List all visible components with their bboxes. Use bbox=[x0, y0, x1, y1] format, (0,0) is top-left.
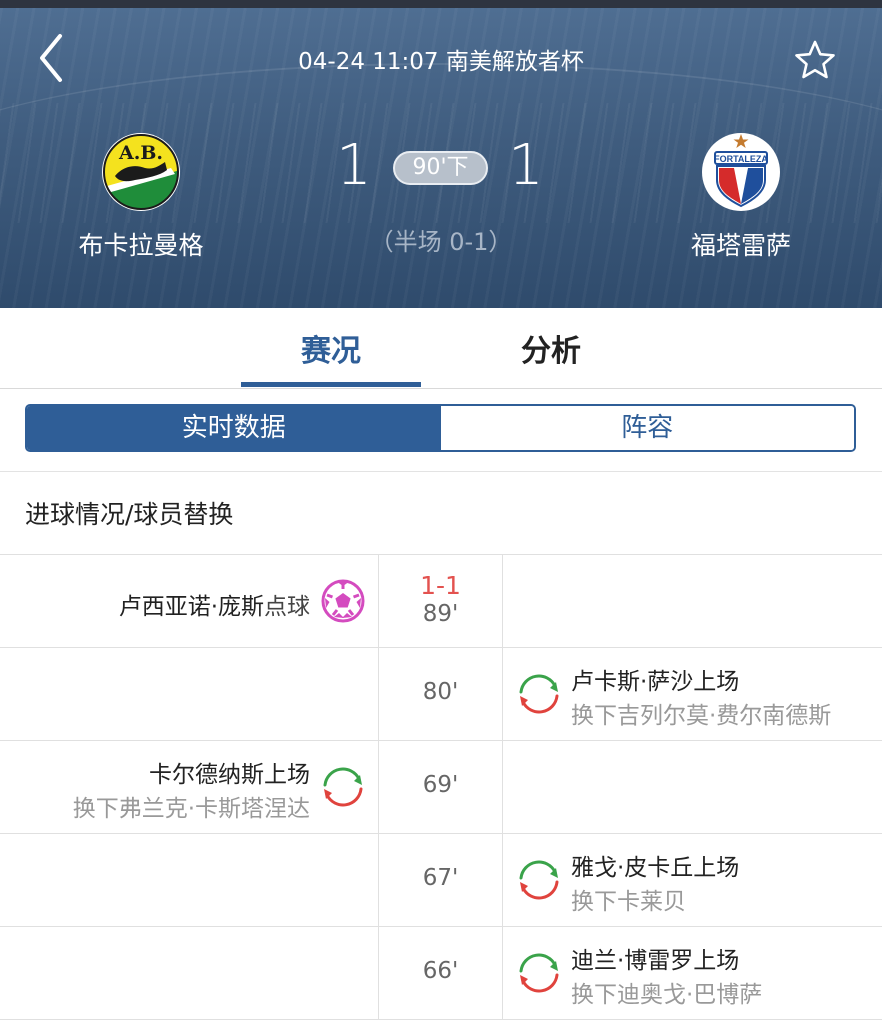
home-event-cell bbox=[0, 648, 379, 740]
halftime-score: （半场 0-1） bbox=[369, 228, 513, 256]
home-event-cell bbox=[0, 834, 379, 926]
event-row: 67' 雅戈·皮卡丘上场 换下卡莱贝 bbox=[0, 834, 882, 927]
match-header: 04-24 11:07 南美解放者杯 A.B. 布卡拉曼格 1 90'下 1 （… bbox=[0, 8, 882, 308]
event-minute: 89' bbox=[422, 601, 459, 627]
event-minute-cell: 67' bbox=[379, 834, 503, 926]
substitution-icon bbox=[323, 767, 363, 807]
player-in: 卢卡斯·萨沙上场 bbox=[571, 669, 740, 695]
soccer-ball-icon bbox=[321, 579, 365, 623]
substitution-icon bbox=[519, 860, 559, 900]
player-in: 迪兰·博雷罗上场 bbox=[571, 948, 740, 974]
substitution-icon bbox=[519, 953, 559, 993]
event-minute: 67' bbox=[422, 865, 459, 891]
match-minute-badge: 90'下 bbox=[393, 151, 488, 185]
substitution-icon bbox=[519, 674, 559, 714]
tab-live[interactable]: 赛况 bbox=[241, 326, 421, 370]
event-minute-cell: 69' bbox=[379, 741, 503, 833]
home-team-logo[interactable]: A.B. bbox=[101, 132, 181, 212]
home-logo-text: A.B. bbox=[118, 142, 163, 164]
event-minute-cell: 1-1 89' bbox=[379, 555, 503, 647]
away-logo-text: FORTALEZA bbox=[714, 154, 768, 164]
home-event-cell bbox=[0, 927, 379, 1019]
event-row: 66' 迪兰·博雷罗上场 换下迪奥戈·巴博萨 bbox=[0, 927, 882, 1020]
player-out: 换下吉列尔莫·费尔南德斯 bbox=[571, 703, 832, 729]
event-minute: 66' bbox=[422, 958, 459, 984]
player-out: 换下弗兰克·卡斯塔涅达 bbox=[72, 796, 310, 822]
home-team-name[interactable]: 布卡拉曼格 bbox=[31, 226, 251, 262]
player-out: 换下卡莱贝 bbox=[571, 889, 686, 915]
favorite-star-icon[interactable] bbox=[793, 38, 837, 82]
goal-text: 卢西亚诺·庞斯点球 bbox=[119, 587, 310, 621]
away-team-logo[interactable]: FORTALEZA bbox=[701, 132, 781, 212]
player-in: 卡尔德纳斯上场 bbox=[149, 762, 310, 788]
segment-bar: 实时数据 阵容 bbox=[0, 389, 882, 472]
home-event-cell: 卢西亚诺·庞斯点球 bbox=[0, 555, 379, 647]
home-score: 1 bbox=[336, 133, 372, 198]
events-table: 卢西亚诺·庞斯点球 1-1 89' 80' 卢卡斯·萨沙上场 换下吉列尔莫·费尔… bbox=[0, 554, 882, 1020]
home-event-cell: 卡尔德纳斯上场 换下弗兰克·卡斯塔涅达 bbox=[0, 741, 379, 833]
away-team-name[interactable]: 福塔雷萨 bbox=[631, 226, 851, 262]
away-event-cell bbox=[503, 555, 882, 647]
status-bar bbox=[0, 0, 882, 8]
away-event-cell: 迪兰·博雷罗上场 换下迪奥戈·巴博萨 bbox=[503, 927, 882, 1019]
active-tab-indicator bbox=[241, 382, 421, 387]
section-title: 进球情况/球员替换 bbox=[25, 500, 234, 529]
back-arrow-icon[interactable] bbox=[34, 32, 70, 84]
match-info: 04-24 11:07 南美解放者杯 bbox=[298, 49, 584, 75]
goal-scorer: 卢西亚诺·庞斯 bbox=[118, 594, 264, 620]
goal-type: 点球 bbox=[264, 594, 310, 620]
segment-lineup[interactable]: 阵容 bbox=[440, 406, 854, 450]
segment-live-data[interactable]: 实时数据 bbox=[27, 406, 441, 450]
tab-analysis[interactable]: 分析 bbox=[461, 326, 641, 370]
event-minute: 69' bbox=[422, 772, 459, 798]
event-row: 卢西亚诺·庞斯点球 1-1 89' bbox=[0, 555, 882, 648]
event-minute: 80' bbox=[422, 679, 459, 705]
away-event-cell: 卢卡斯·萨沙上场 换下吉列尔莫·费尔南德斯 bbox=[503, 648, 882, 740]
player-out: 换下迪奥戈·巴博萨 bbox=[571, 982, 763, 1008]
goal-score: 1-1 bbox=[420, 571, 461, 600]
event-minute-cell: 80' bbox=[379, 648, 503, 740]
segment-control: 实时数据 阵容 bbox=[25, 404, 856, 452]
event-row: 卡尔德纳斯上场 换下弗兰克·卡斯塔涅达 69' bbox=[0, 741, 882, 834]
away-score: 1 bbox=[508, 133, 544, 198]
event-row: 80' 卢卡斯·萨沙上场 换下吉列尔莫·费尔南德斯 bbox=[0, 648, 882, 741]
away-event-cell: 雅戈·皮卡丘上场 换下卡莱贝 bbox=[503, 834, 882, 926]
player-in: 雅戈·皮卡丘上场 bbox=[571, 855, 740, 881]
away-event-cell bbox=[503, 741, 882, 833]
main-tabs: 赛况 分析 bbox=[0, 308, 882, 389]
event-minute-cell: 66' bbox=[379, 927, 503, 1019]
